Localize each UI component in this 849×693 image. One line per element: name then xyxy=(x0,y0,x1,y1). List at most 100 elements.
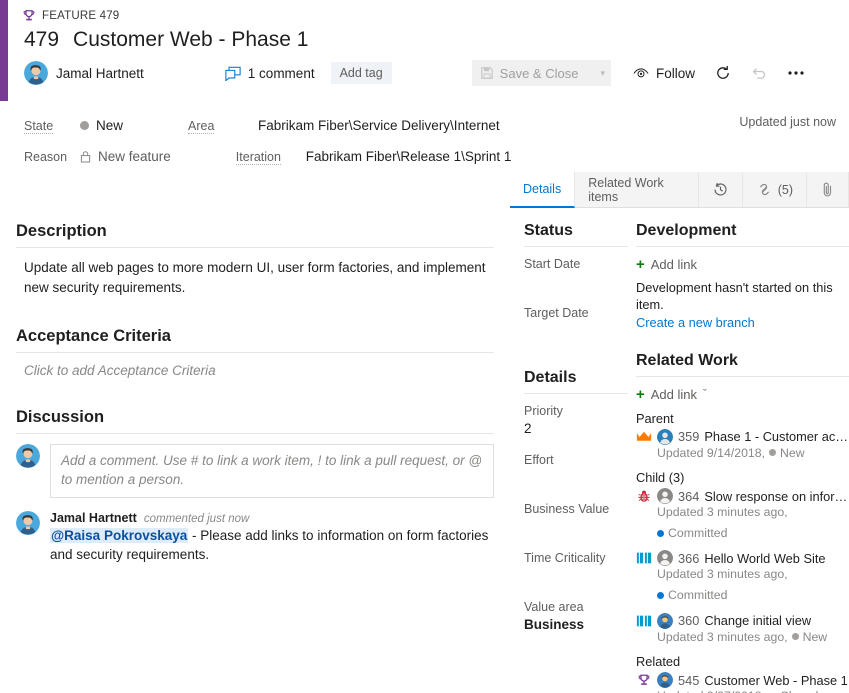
related-item-title[interactable]: Phase 1 - Customer acce... xyxy=(704,429,849,444)
related-item-updated: Updated 3 minutes ago, xyxy=(657,505,788,520)
comment-body: @Raisa Pokrovskaya - Please add links to… xyxy=(50,526,494,565)
related-work-add-link-label: Add link xyxy=(650,386,698,402)
follow-button[interactable]: Follow xyxy=(633,66,695,81)
work-item-title[interactable]: Customer Web - Phase 1 xyxy=(73,28,308,52)
create-new-branch-link[interactable]: Create a new branch xyxy=(636,315,849,330)
tab-details[interactable]: Details xyxy=(510,172,576,208)
start-date-value xyxy=(524,274,628,289)
priority-value: 2 xyxy=(524,421,532,436)
reason-label-wrap: Reason xyxy=(24,148,80,166)
acceptance-criteria-placeholder[interactable]: Click to add Acceptance Criteria xyxy=(16,363,494,378)
state-value-text: New xyxy=(96,118,124,133)
comment-content: Jamal Hartnett commented just now @Raisa… xyxy=(50,511,494,565)
related-work-item[interactable]: 545 Customer Web - Phase 1 Updated 9/27/… xyxy=(636,672,849,693)
work-item-type-row: FEATURE 479 xyxy=(8,0,849,24)
related-work-item[interactable]: 366 Hello World Web Site Updated 3 minut… xyxy=(636,550,849,603)
mention-chip[interactable]: @Raisa Pokrovskaya xyxy=(50,527,189,543)
field-business-value[interactable]: Business Value xyxy=(524,502,628,534)
related-item-title[interactable]: Change initial view xyxy=(704,613,811,628)
status-badge: New xyxy=(791,629,828,646)
refresh-button[interactable] xyxy=(715,65,731,81)
chevron-down-icon[interactable]: ˇ xyxy=(703,388,707,400)
value-area-label: Value area xyxy=(524,600,584,614)
avatar xyxy=(24,61,48,85)
tab-attachments[interactable] xyxy=(807,172,849,207)
related-item-title[interactable]: Customer Web - Phase 1 xyxy=(704,673,847,688)
work-item-dialog: FEATURE 479 479 Customer Web - Phase 1 J… xyxy=(0,0,849,693)
field-priority[interactable]: Priority 2 xyxy=(524,404,628,436)
related-group-related: Related 545 Customer Web - Phase 1 xyxy=(636,654,849,693)
comment-icon xyxy=(225,66,241,81)
status-heading: Status xyxy=(524,222,573,239)
related-group-parent: Parent 359 Phase 1 - Customer acce... Up… xyxy=(636,411,849,462)
value-area-value: Business xyxy=(524,617,585,632)
state-value[interactable]: New xyxy=(80,118,123,133)
iteration-label: Iteration xyxy=(235,149,281,165)
related-group-label: Child (3) xyxy=(636,470,685,486)
related-item-meta: Updated 3 minutes ago, New xyxy=(657,629,849,646)
save-and-close-chevron-down-icon[interactable]: ▾ xyxy=(600,68,605,79)
development-rule xyxy=(636,246,849,247)
related-item-state: New xyxy=(802,629,828,644)
acceptance-criteria-rule xyxy=(16,352,494,354)
comment-count-label: 1 comment xyxy=(247,65,315,81)
development-heading: Development xyxy=(636,222,737,239)
related-work-item[interactable]: 364 Slow response on inform... Updated 3… xyxy=(636,488,849,541)
development-add-link-label: Add link xyxy=(650,257,698,272)
status-rule xyxy=(524,246,628,247)
avatar xyxy=(657,672,673,689)
comment-input[interactable]: Add a comment. Use # to link a work item… xyxy=(50,444,494,498)
save-and-close-button[interactable]: Save & Close ▾ xyxy=(471,60,611,86)
related-item-title[interactable]: Slow response on inform... xyxy=(704,489,849,504)
related-work-rule xyxy=(636,375,849,377)
development-add-link-button[interactable]: + Add link xyxy=(636,257,849,272)
related-item-state: Committed xyxy=(668,587,728,602)
tab-links[interactable]: (5) xyxy=(742,172,807,207)
field-time-criticality[interactable]: Time Criticality xyxy=(524,551,628,583)
work-item-header: FEATURE 479 479 Customer Web - Phase 1 J… xyxy=(8,0,849,101)
bug-icon xyxy=(636,488,652,504)
work-item-type-label: FEATURE 479 xyxy=(42,10,120,22)
comment-count-link[interactable]: 1 comment xyxy=(225,66,315,81)
tab-details-label: Details xyxy=(523,182,562,196)
follow-label: Follow xyxy=(655,65,695,81)
area-label: Area xyxy=(188,118,215,134)
story-book-icon xyxy=(636,613,652,629)
field-start-date[interactable]: Start Date xyxy=(524,257,628,289)
related-item-title-row: 360 Change initial view xyxy=(636,612,849,629)
status-details-column: Status Start Date Target Date Details Pr… xyxy=(510,208,628,693)
tab-links-count: (5) xyxy=(777,182,793,197)
field-value-area[interactable]: Value area Business xyxy=(524,600,628,632)
field-target-date[interactable]: Target Date xyxy=(524,306,628,338)
more-actions-button[interactable] xyxy=(787,70,805,76)
save-and-close-label: Save & Close xyxy=(499,65,579,81)
related-item-id: 366 xyxy=(678,550,700,566)
history-icon xyxy=(712,181,729,198)
tab-history[interactable] xyxy=(698,172,743,207)
effort-label: Effort xyxy=(524,453,554,467)
related-group-child: Child (3) 364 Slow response on inform...… xyxy=(636,470,849,645)
area-path-value[interactable]: Fabrikam Fiber\Service Delivery\Internet xyxy=(258,118,500,133)
status-badge: Closed xyxy=(769,688,818,693)
start-date-label: Start Date xyxy=(524,257,581,271)
comment-header: Jamal Hartnett commented just now xyxy=(50,511,494,525)
field-row-state-area: State New Area Fabrikam Fiber\Service De… xyxy=(8,110,849,141)
iteration-path-value[interactable]: Fabrikam Fiber\Release 1\Sprint 1 xyxy=(306,149,512,164)
related-item-title-row: 545 Customer Web - Phase 1 xyxy=(636,672,849,689)
related-group-label: Related xyxy=(636,654,681,670)
related-work-item[interactable]: 360 Change initial view Updated 3 minute… xyxy=(636,612,849,646)
related-work-item[interactable]: 359 Phase 1 - Customer acce... Updated 9… xyxy=(636,428,849,462)
tab-related-work-items[interactable]: Related Work items xyxy=(575,172,699,207)
description-text[interactable]: Update all web pages to more modern UI, … xyxy=(16,258,494,297)
related-work-add-link-button[interactable]: + Add link ˇ xyxy=(636,387,849,402)
add-tag-button[interactable]: Add tag xyxy=(330,62,392,84)
field-effort[interactable]: Effort xyxy=(524,453,628,485)
work-item-fields-strip: State New Area Fabrikam Fiber\Service De… xyxy=(8,101,849,172)
undo-button[interactable] xyxy=(751,65,767,81)
state-dot-icon xyxy=(791,633,799,641)
related-item-title-row: 366 Hello World Web Site xyxy=(636,550,849,567)
related-item-title[interactable]: Hello World Web Site xyxy=(704,551,825,566)
assigned-to[interactable]: Jamal Hartnett xyxy=(24,61,144,85)
